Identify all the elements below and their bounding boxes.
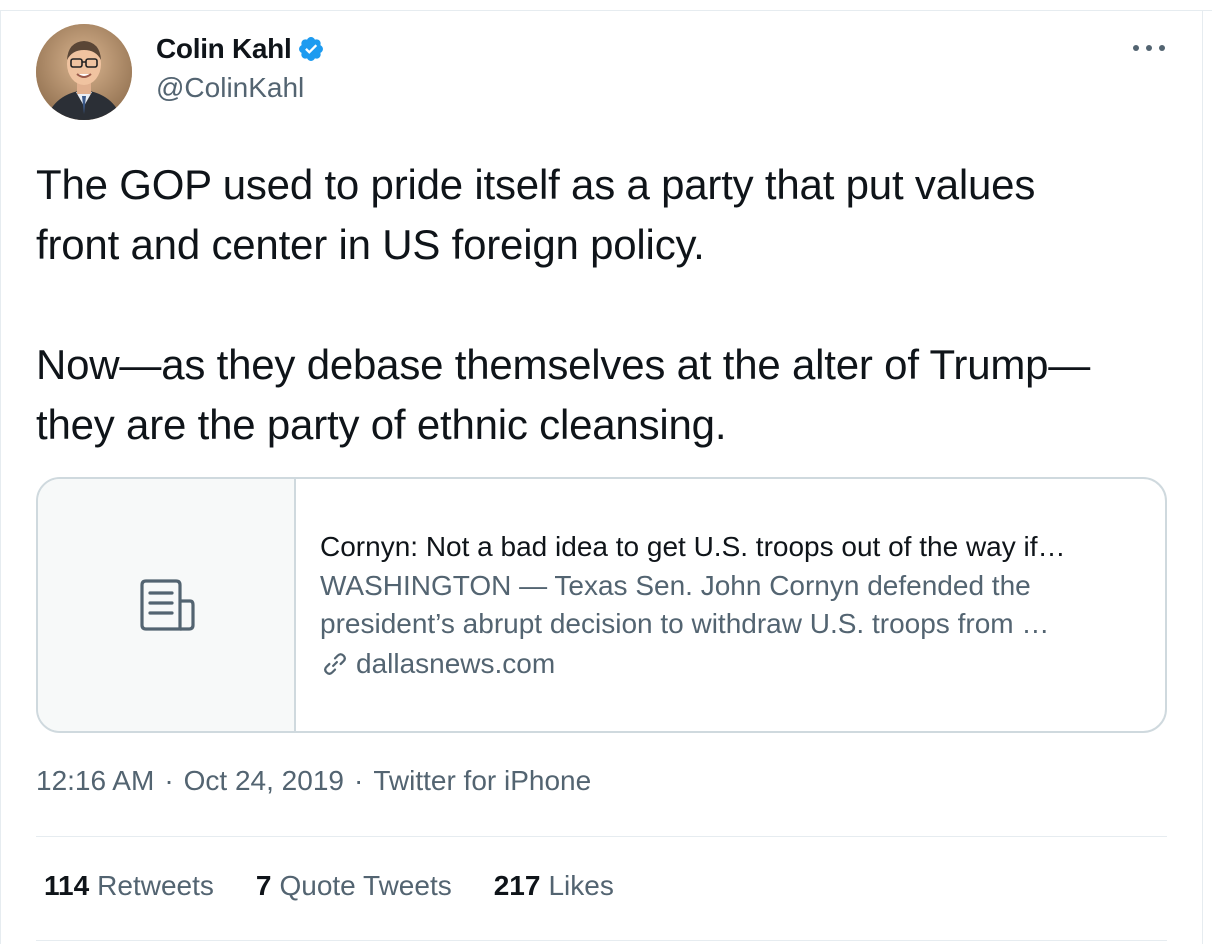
quote-tweets-count: 7 xyxy=(255,870,272,901)
retweets-stat[interactable]: 114 Retweets xyxy=(44,870,214,902)
likes-label: Likes xyxy=(548,870,614,901)
article-icon xyxy=(140,579,195,631)
link-preview-card[interactable]: Cornyn: Not a bad idea to get U.S. troop… xyxy=(36,477,1167,733)
meta-separator: · xyxy=(164,765,174,796)
divider xyxy=(36,836,1167,837)
tweet-time[interactable]: 12:16 AM xyxy=(36,765,154,796)
divider xyxy=(36,940,1167,941)
profile-photo-icon xyxy=(36,24,132,120)
avatar[interactable] xyxy=(36,24,132,120)
frame-border-right xyxy=(1202,10,1203,944)
likes-stat[interactable]: 217 Likes xyxy=(494,870,614,902)
frame-border-top xyxy=(0,10,1212,11)
more-options-icon xyxy=(1133,45,1165,51)
card-thumbnail xyxy=(38,479,296,731)
card-description-line: WASHINGTON — Texas Sen. John Cornyn defe… xyxy=(320,570,1031,601)
quote-tweets-stat[interactable]: 7 Quote Tweets xyxy=(256,870,452,902)
author-name-text[interactable]: Colin Kahl xyxy=(156,33,292,65)
likes-count: 217 xyxy=(493,870,541,901)
tweet-line: front and center in US foreign policy. xyxy=(36,221,705,268)
card-domain: dallasnews.com xyxy=(320,643,1140,685)
frame-border-left xyxy=(0,10,1,944)
card-description-line: president’s abrupt decision to withdraw … xyxy=(320,608,1050,639)
retweets-count: 114 xyxy=(44,870,90,901)
quote-tweets-label: Quote Tweets xyxy=(279,870,452,901)
author-name[interactable]: Colin Kahl xyxy=(156,33,325,65)
card-title: Cornyn: Not a bad idea to get U.S. troop… xyxy=(320,531,1066,562)
author-handle[interactable]: @ColinKahl xyxy=(156,72,304,104)
tweet-container: Colin Kahl @ColinKahl The GOP used to pr… xyxy=(0,0,1212,944)
tweet-line: Now—as they debase themselves at the alt… xyxy=(36,341,1091,388)
verified-badge-icon xyxy=(299,37,324,61)
tweet-stats: 114 Retweets 7 Quote Tweets 217 Likes xyxy=(44,870,656,902)
card-body: Cornyn: Not a bad idea to get U.S. troop… xyxy=(320,527,1140,685)
tweet-meta: 12:16 AM · Oct 24, 2019 · Twitter for iPhone xyxy=(36,765,591,797)
tweet-date[interactable]: Oct 24, 2019 xyxy=(184,765,344,796)
tweet-text: The GOP used to pride itself as a party … xyxy=(36,155,1176,455)
tweet-line: they are the party of ethnic cleansing. xyxy=(36,401,727,448)
more-options-button[interactable] xyxy=(1130,36,1170,60)
meta-separator: · xyxy=(353,765,364,796)
card-domain-text: dallasnews.com xyxy=(356,648,556,679)
link-icon xyxy=(324,653,346,675)
tweet-source[interactable]: Twitter for iPhone xyxy=(373,765,591,796)
tweet-line: The GOP used to pride itself as a party … xyxy=(36,161,1036,208)
retweets-label: Retweets xyxy=(97,870,214,901)
